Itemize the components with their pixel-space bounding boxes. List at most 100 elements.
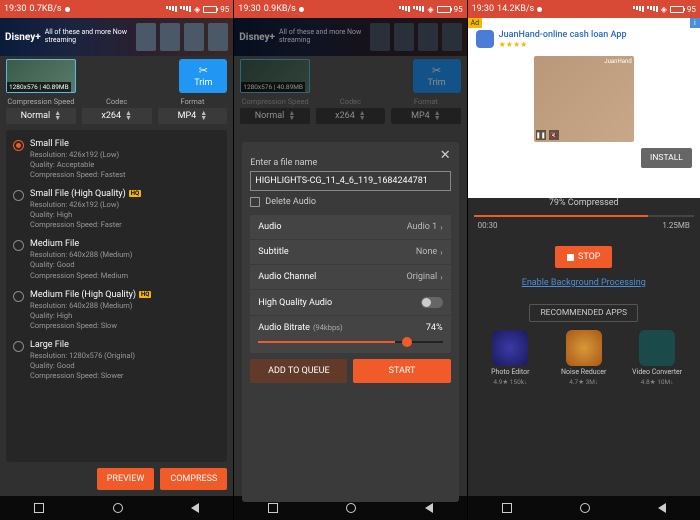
battery-pct: 95: [220, 5, 229, 14]
format-dropdown[interactable]: MP4▲▼: [158, 108, 228, 124]
codec-label: Codec: [106, 98, 127, 106]
rec-app[interactable]: Photo Editor 4.9★ 150k↓: [480, 330, 540, 386]
opt-res: Resolution: 1280x576 (Original): [30, 351, 220, 361]
channel-row[interactable]: Audio ChannelOriginal›: [250, 265, 450, 290]
opt-title: Small File: [30, 139, 220, 149]
ad-card[interactable]: Ad i JuanHand-online cash loan App★★★★ J…: [468, 18, 700, 198]
preset-option-medium[interactable]: Medium FileResolution: 640x288 (Medium)Q…: [10, 236, 223, 286]
signal-icon: [647, 6, 658, 12]
preset-option-large[interactable]: Large FileResolution: 1280x576 (Original…: [10, 337, 223, 387]
mute-icon[interactable]: 🔇: [549, 130, 559, 140]
nav-recent-icon[interactable]: [34, 503, 44, 513]
audio-row[interactable]: AudioAudio 1›: [250, 215, 450, 240]
opt-s: Compression Speed: Fastest: [30, 170, 220, 180]
status-speed: 0.7KB/s: [29, 4, 61, 14]
codec-value: x264: [335, 111, 355, 121]
preset-list[interactable]: Small FileResolution: 426x192 (Low) Quali…: [6, 130, 227, 463]
opt-res: Resolution: 426x192 (Low): [30, 150, 220, 160]
radio-icon[interactable]: [13, 190, 24, 201]
filename-input[interactable]: [250, 171, 450, 191]
trim-button[interactable]: ✂Trim: [179, 59, 227, 93]
nav-bar: [0, 496, 233, 520]
rec-name: Photo Editor: [491, 368, 529, 376]
nav-home-icon[interactable]: [580, 503, 590, 513]
install-button[interactable]: INSTALL: [641, 148, 692, 168]
preset-option-medium-hq[interactable]: Medium File (High Quality)HQResolution: …: [10, 287, 223, 337]
checkbox-icon[interactable]: [250, 197, 260, 207]
start-button[interactable]: START: [353, 359, 450, 383]
opt-q: Quality: Good: [30, 361, 220, 371]
banner-thumb: [418, 23, 438, 51]
scissors-icon: ✂: [432, 64, 441, 77]
status-speed: 0.9KB/s: [264, 4, 296, 14]
bitrate-pct: 74%: [426, 323, 443, 333]
status-speed: 14.2KB/s: [497, 4, 534, 14]
banner-thumb: [208, 23, 228, 51]
rec-app[interactable]: Noise Reducer4.7★ 3M↓: [554, 330, 614, 386]
status-bar: 19:300.7KB/s ◈95: [0, 0, 233, 18]
preset-option-small[interactable]: Small FileResolution: 426x192 (Low)Quali…: [10, 136, 223, 186]
status-time: 19:30: [4, 4, 26, 14]
nav-home-icon[interactable]: [113, 503, 123, 513]
rec-meta: 4.7★ 3M↓: [569, 378, 598, 386]
radio-icon[interactable]: [13, 341, 24, 352]
screen-progress: 19:3014.2KB/s ◈95 Ad i JuanHand-online c…: [467, 0, 700, 520]
opt-res: Resolution: 640x288 (Medium): [30, 301, 220, 311]
row-value: Original: [406, 272, 437, 282]
add-queue-button[interactable]: ADD TO QUEUE: [250, 359, 347, 383]
codec-label: Codec: [340, 98, 361, 106]
radio-icon[interactable]: [13, 291, 24, 302]
pause-icon[interactable]: ❚❚: [536, 130, 546, 140]
speed-value: Normal: [21, 111, 51, 121]
row-value: Audio 1: [407, 222, 437, 232]
nav-recent-icon[interactable]: [502, 503, 512, 513]
enable-background-link[interactable]: Enable Background Processing: [468, 278, 700, 288]
progress-content: Ad i JuanHand-online cash loan App★★★★ J…: [468, 18, 700, 496]
nav-home-icon[interactable]: [346, 503, 356, 513]
banner-thumb: [442, 23, 462, 51]
ad-banner[interactable]: Disney+ All of these and more Now stream…: [0, 18, 233, 56]
banner-logo: Disney+: [239, 32, 275, 43]
audio-section: AudioAudio 1› SubtitleNone› Audio Channe…: [250, 215, 450, 353]
progress-size: 1.25MB: [662, 221, 690, 230]
app-icon: [566, 330, 602, 366]
rec-meta: 4.8★ 10M↓: [641, 378, 674, 386]
radio-icon[interactable]: [13, 240, 24, 251]
subtitle-row[interactable]: SubtitleNone›: [250, 240, 450, 265]
wifi-icon: ◈: [661, 5, 667, 14]
trim-label: Trim: [194, 78, 212, 88]
slider-thumb-icon[interactable]: [402, 337, 412, 347]
nav-back-icon[interactable]: [425, 503, 433, 513]
updown-icon: ▲▼: [54, 111, 61, 119]
signal-icon: [180, 6, 191, 12]
bitrate-slider[interactable]: [250, 335, 450, 353]
video-thumbnail[interactable]: 1280x576 | 40.89MB: [6, 59, 76, 93]
nav-back-icon[interactable]: [658, 503, 666, 513]
nav-recent-icon[interactable]: [268, 503, 278, 513]
speed-dropdown[interactable]: Normal▲▼: [6, 108, 76, 124]
bitrate-label: Audio Bitrate: [258, 323, 310, 333]
codec-value: x264: [101, 111, 121, 121]
codec-dropdown[interactable]: x264▲▼: [82, 108, 152, 124]
banner-thumb: [160, 23, 180, 51]
rec-meta: 4.9★ 150k↓: [493, 378, 527, 386]
preset-option-small-hq[interactable]: Small File (High Quality)HQResolution: 4…: [10, 186, 223, 236]
toggle-switch[interactable]: [421, 297, 443, 308]
nav-back-icon[interactable]: [191, 503, 199, 513]
screen-filename-modal: 19:300.9KB/s ◈95 Disney+All of these and…: [233, 0, 466, 520]
stop-button[interactable]: STOP: [555, 246, 612, 268]
opt-title: Medium File (High Quality): [30, 290, 136, 300]
rec-app[interactable]: Video Converter4.8★ 10M↓: [627, 330, 687, 386]
opt-title: Large File: [30, 340, 220, 350]
ad-image: JuanHand ❚❚🔇: [534, 56, 634, 142]
row-label: High Quality Audio: [258, 298, 332, 308]
banner-text: All of these and more Now streaming: [45, 29, 133, 44]
scissors-icon: ✂: [199, 64, 208, 77]
radio-icon[interactable]: [13, 140, 24, 151]
compress-button[interactable]: COMPRESS: [160, 468, 227, 490]
ad-info-icon[interactable]: i: [690, 18, 700, 28]
progress-time: 00:30: [478, 221, 498, 230]
close-icon[interactable]: ✕: [440, 148, 451, 163]
status-time: 19:30: [472, 4, 494, 14]
preview-button[interactable]: PREVIEW: [97, 468, 155, 490]
